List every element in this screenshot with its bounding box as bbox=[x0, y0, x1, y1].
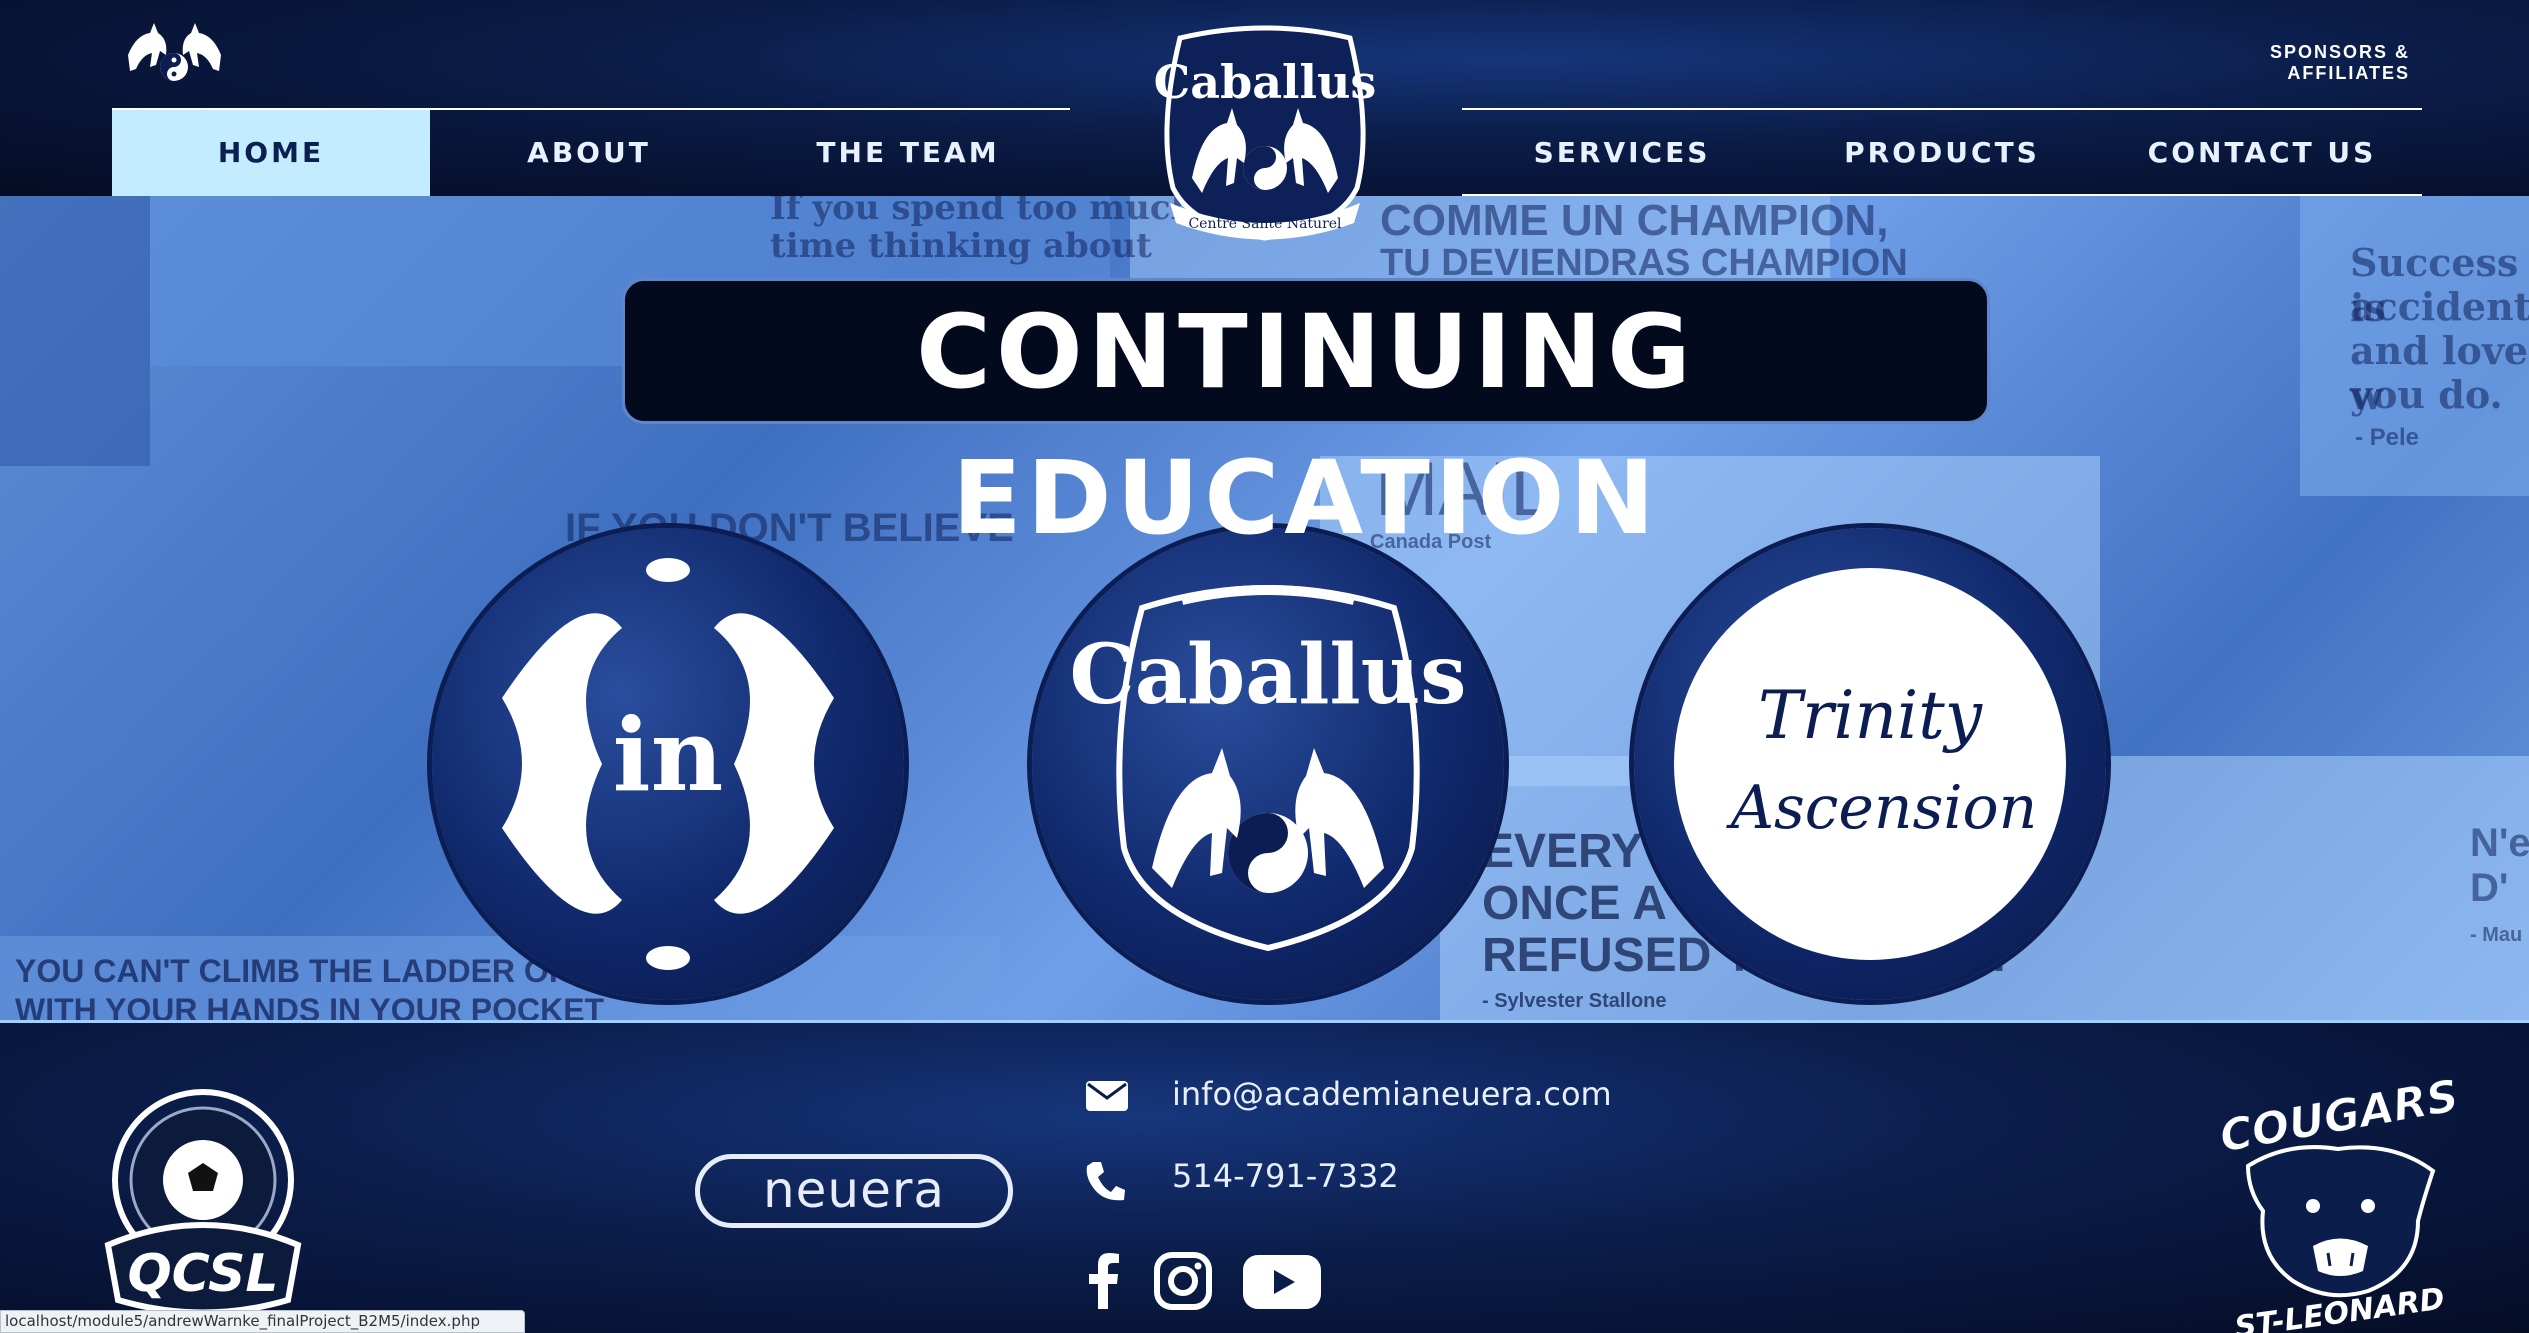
page-title: CONTINUING EDUCATION bbox=[916, 293, 1696, 558]
neuera-in-icon: in bbox=[502, 558, 834, 970]
contact-phone[interactable]: 514-791-7332 bbox=[1172, 1157, 1399, 1195]
collage-quote: COMME UN CHAMPION, bbox=[1380, 196, 1889, 245]
phone-icon bbox=[1086, 1162, 1125, 1201]
caballus-crest-icon: Caballus bbox=[1070, 585, 1467, 952]
collage-quote: time thinking about bbox=[770, 226, 1152, 266]
ascension-text: Ascension bbox=[1726, 773, 2038, 843]
horses-yin-yang-logo-icon[interactable] bbox=[122, 15, 227, 87]
neuera-logo[interactable]: neuera bbox=[695, 1154, 1013, 1228]
trinity-ascension-logo-icon: Trinity Ascension bbox=[1674, 568, 2066, 960]
site-footer: QCSL neuera info@academianeuera.com 514-… bbox=[0, 1023, 2529, 1333]
cougars-st-leonard-logo-icon[interactable]: COUGARS ST-LEONARD bbox=[2218, 1071, 2458, 1333]
collage-quote: N'e bbox=[2470, 821, 2529, 865]
collage-quote: - Pele bbox=[2355, 424, 2420, 451]
caballus-circle-title: Caballus bbox=[1070, 627, 1467, 723]
crest-ribbon: Centre Santé Naturel bbox=[1188, 216, 1342, 232]
contact-email[interactable]: info@academianeuera.com bbox=[1172, 1075, 1612, 1113]
facebook-icon[interactable] bbox=[1088, 1253, 1120, 1309]
collage-photo bbox=[0, 196, 150, 466]
neuera-education-link[interactable]: in bbox=[432, 528, 904, 1000]
trinity-text: Trinity bbox=[1758, 677, 1983, 754]
nav-home[interactable]: HOME bbox=[112, 110, 430, 196]
trinity-ascension-link[interactable]: Trinity Ascension bbox=[1634, 528, 2106, 1000]
nav-the-team[interactable]: THE TEAM bbox=[748, 110, 1068, 196]
sponsors-affiliates-link[interactable]: SPONSORS & AFFILIATES bbox=[2170, 42, 2410, 84]
crest-title: Caballus bbox=[1154, 55, 1377, 109]
youtube-icon[interactable] bbox=[1243, 1255, 1321, 1309]
nav-contact-us[interactable]: CONTACT US bbox=[2102, 110, 2422, 196]
caballus-crest-logo-icon[interactable]: Caballus Centre Santé Naturel bbox=[1152, 18, 1378, 242]
nav-products[interactable]: PRODUCTS bbox=[1782, 110, 2102, 196]
collage-quote: you do. bbox=[2350, 372, 2503, 417]
instagram-icon[interactable] bbox=[1154, 1252, 1212, 1310]
neuera-in-text: in bbox=[613, 696, 724, 814]
qcsl-logo-icon[interactable]: QCSL bbox=[78, 1085, 328, 1325]
collage-quote: If you spend too much bbox=[770, 196, 1196, 228]
envelope-icon bbox=[1086, 1081, 1128, 1111]
collage-quote: - Mau bbox=[2470, 924, 2523, 946]
browser-status-url: localhost/module5/andrewWarnke_finalProj… bbox=[0, 1310, 525, 1333]
collage-quote: accident. bbox=[2350, 284, 2529, 329]
caballus-education-link[interactable]: Caballus bbox=[1032, 528, 1504, 1000]
nav-services[interactable]: SERVICES bbox=[1462, 110, 1782, 196]
collage-quote: D' bbox=[2470, 866, 2509, 910]
nav-about[interactable]: ABOUT bbox=[430, 110, 748, 196]
qcsl-text: QCSL bbox=[127, 1244, 278, 1304]
